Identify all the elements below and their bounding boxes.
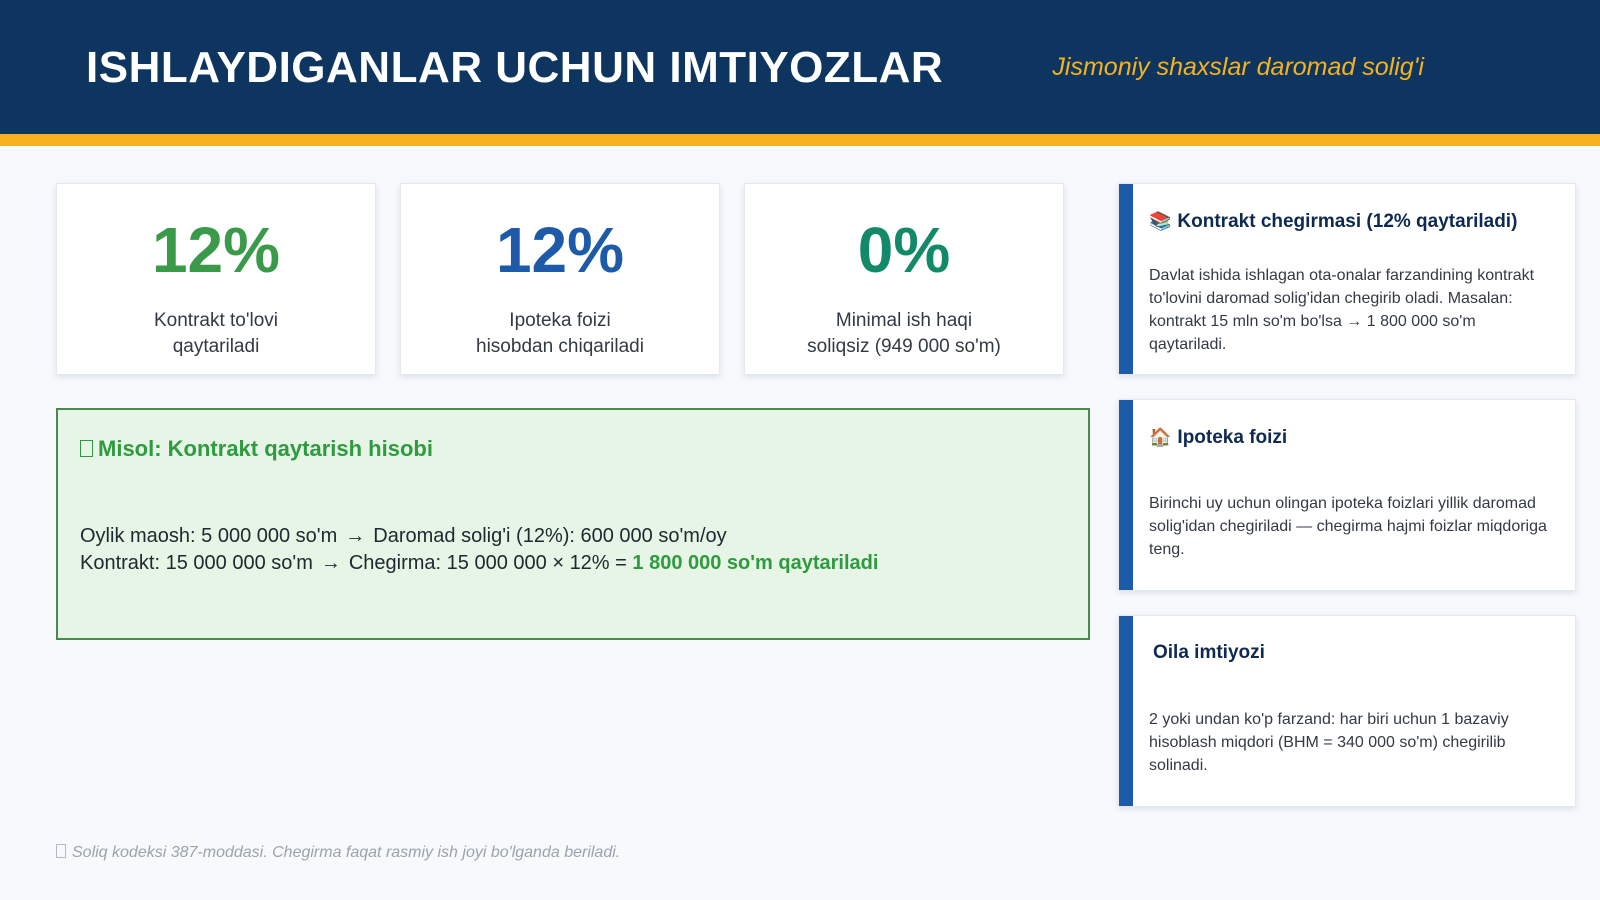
tax-text: Daromad solig'i (12%): 600 000 so'm/oy xyxy=(373,525,727,547)
deduction-text: Chegirma: 15 000 000 × 12% = xyxy=(348,552,627,574)
example-line-contract: Kontrakt: 15 000 000 so'm → Chegirma: 15 0… xyxy=(80,549,878,577)
stat-card-contract: 12% Kontrakt to'lovi qaytariladi xyxy=(56,183,376,375)
accent-bar xyxy=(1119,616,1133,806)
footnote-text: Soliq kodeksi 387-moddasi. Chegirma faqa… xyxy=(72,844,621,861)
placeholder-icon xyxy=(80,440,93,457)
stat-label-line2: hisobdan chiqariladi xyxy=(476,336,644,357)
stat-card-minimum-wage: 0% Minimal ish haqi soliqsiz (949 000 so… xyxy=(744,183,1064,375)
header-banner: ISHLAYDIGANLAR UCHUN IMTIYOZLAR Jismoniy… xyxy=(0,0,1600,134)
stat-value: 12% xyxy=(495,214,625,286)
placeholder-icon xyxy=(56,844,66,858)
stat-label-line1: Minimal ish haqi xyxy=(835,310,973,331)
info-card-title: 🏠 Ipoteka foizi xyxy=(1149,424,1287,451)
page-subtitle: Jismoniy shaxslar daromad solig'i xyxy=(1052,53,1424,81)
info-card-body: Birinchi uy uchun olingan ipoteka foizla… xyxy=(1149,495,1547,558)
stat-label-line2: soliqsiz (949 000 so'm) xyxy=(807,336,1001,357)
info-card-title-text: Oila imtiyozi xyxy=(1153,642,1265,663)
stat-label: Kontrakt to'lovi qaytariladi xyxy=(57,308,375,360)
info-card-contract-deduction: 📚 Kontrakt chegirmasi (12% qaytariladi) D… xyxy=(1118,183,1576,375)
info-card-mortgage: 🏠 Ipoteka foizi Birinchi uy uchun olingan… xyxy=(1118,399,1576,591)
arrow-right-icon: → xyxy=(345,525,366,547)
info-card-title: Oila imtiyozi xyxy=(1153,640,1265,666)
example-title-text: Misol: Kontrakt qaytarish hisobi xyxy=(98,436,433,461)
example-line-salary: Oylik maosh: 5 000 000 so'm → Daromad soli… xyxy=(80,522,727,550)
stat-label-line2: qaytariladi xyxy=(172,336,260,357)
page-title: ISHLAYDIGANLAR UCHUN IMTIYOZLAR xyxy=(86,43,944,92)
example-title: Misol: Kontrakt qaytarish hisobi xyxy=(80,434,433,464)
example-calculation-box: Misol: Kontrakt qaytarish hisobi Oylik m… xyxy=(56,408,1090,640)
accent-bar xyxy=(1119,184,1133,374)
info-card-title-text: Kontrakt chegirmasi (12% qaytariladi) xyxy=(1177,211,1518,232)
stat-value: 0% xyxy=(857,214,951,286)
house-icon: 🏠 xyxy=(1149,427,1172,447)
info-card-title-text: Ipoteka foizi xyxy=(1177,427,1288,448)
info-card-family: Oila imtiyozi 2 yoki undan ko'p farzand:… xyxy=(1118,615,1576,807)
refund-highlight: 1 800 000 so'm qaytariladi xyxy=(632,552,879,574)
stat-label: Ipoteka foizi hisobdan chiqariladi xyxy=(401,308,719,360)
header-accent-stripe xyxy=(0,134,1600,146)
stat-label: Minimal ish haqi soliqsiz (949 000 so'm) xyxy=(745,308,1063,360)
contract-text: Kontrakt: 15 000 000 so'm xyxy=(80,552,313,574)
stat-card-mortgage: 12% Ipoteka foizi hisobdan chiqariladi xyxy=(400,183,720,375)
graduation-cap-icon: 📚 xyxy=(1149,211,1172,231)
stat-value: 12% xyxy=(151,214,281,286)
salary-text: Oylik maosh: 5 000 000 so'm xyxy=(80,525,338,547)
info-card-body: 2 yoki undan ko'p farzand: har biri uchu… xyxy=(1149,711,1509,774)
footnote: Soliq kodeksi 387-moddasi. Chegirma faqa… xyxy=(56,842,620,864)
arrow-right-icon: → xyxy=(320,552,341,574)
stat-label-line1: Kontrakt to'lovi xyxy=(153,310,279,331)
stat-label-line1: Ipoteka foizi xyxy=(509,310,611,331)
accent-bar xyxy=(1119,400,1133,590)
info-card-body: Davlat ishida ishlagan ota-onalar farzan… xyxy=(1149,267,1535,353)
info-card-title: 📚 Kontrakt chegirmasi (12% qaytariladi) xyxy=(1149,208,1517,235)
